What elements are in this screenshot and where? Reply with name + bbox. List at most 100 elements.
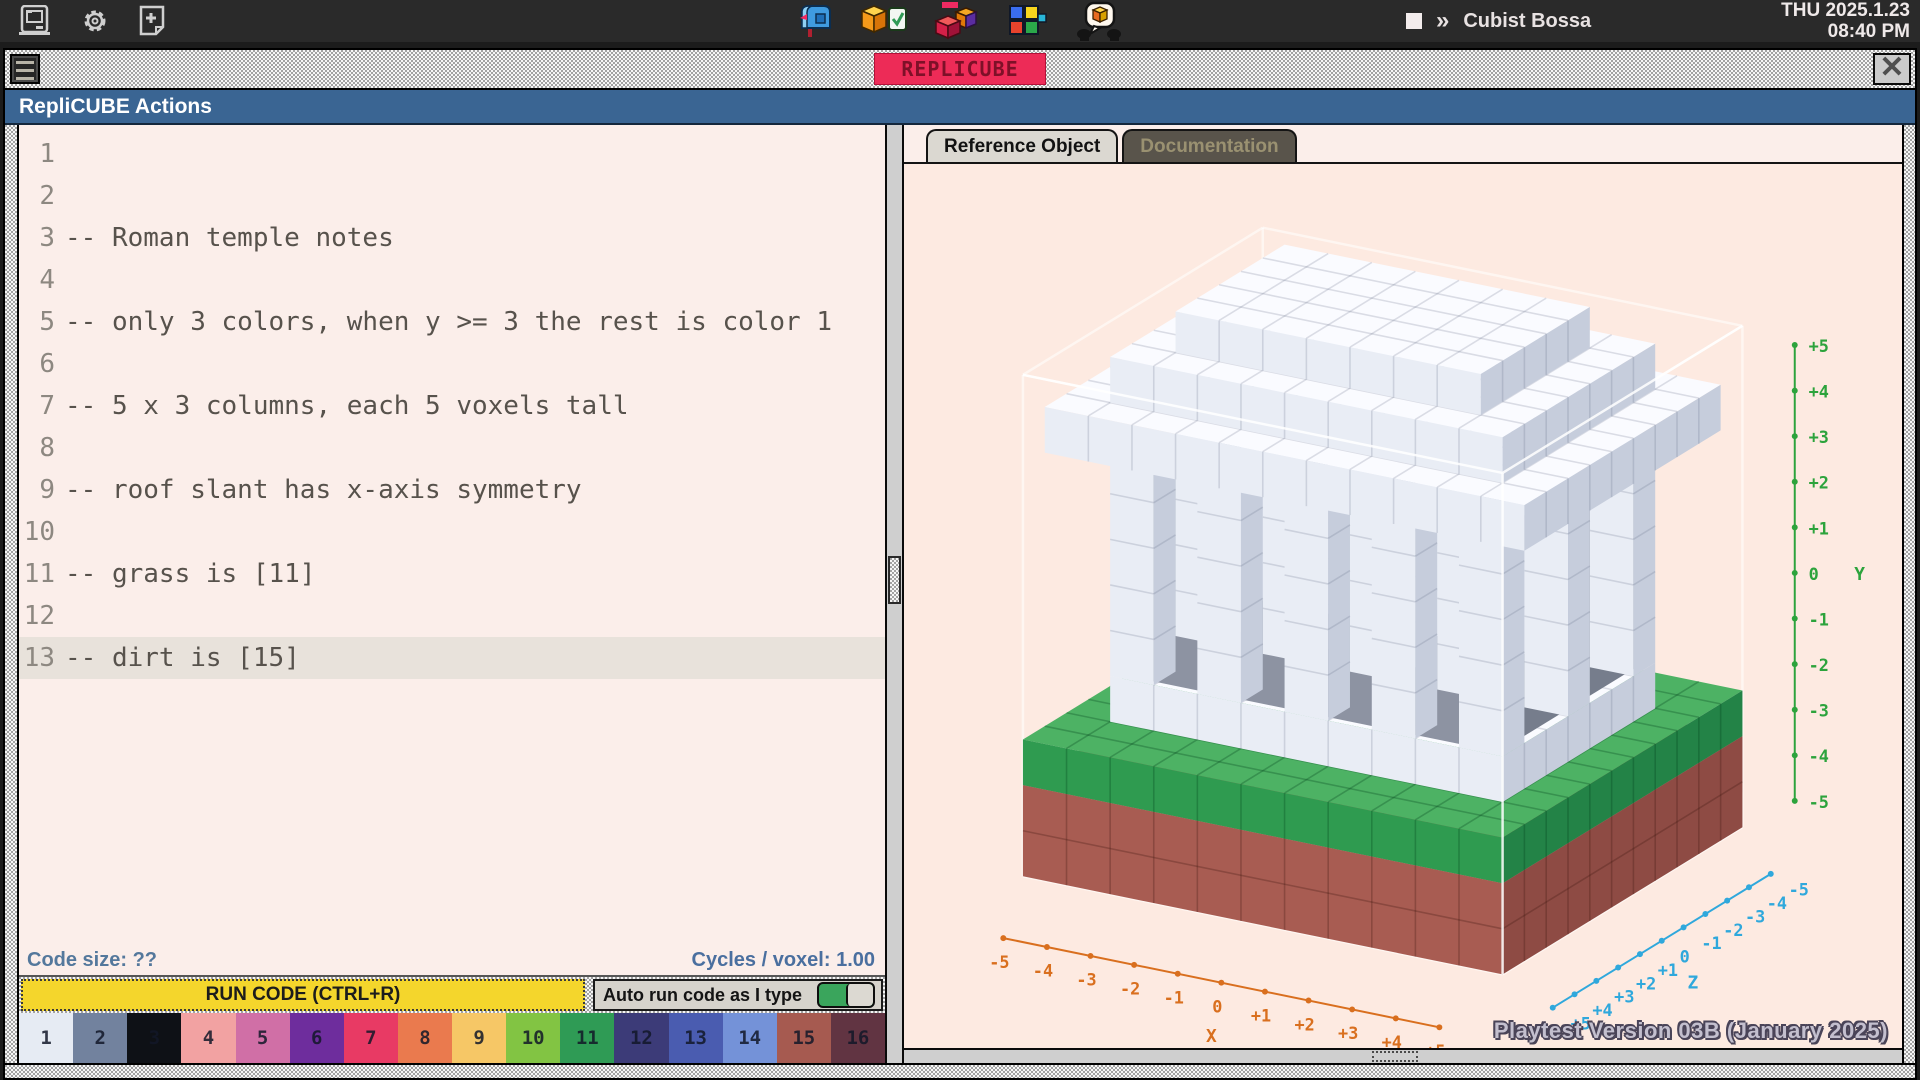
window-bottom-border: [5, 1063, 1915, 1078]
viewer-hscrollbar[interactable]: [904, 1048, 1902, 1063]
replicube-window: REPLICUBE ✕ RepliCUBE Actions 123-- Roma…: [3, 48, 1917, 1080]
palette-swatch-14[interactable]: 14: [723, 1013, 777, 1063]
tab-reference-object[interactable]: Reference Object: [926, 129, 1118, 162]
code-line-10[interactable]: 10: [19, 511, 885, 553]
palette-swatch-3[interactable]: 3: [127, 1013, 181, 1063]
svg-text:+3: +3: [1614, 987, 1634, 1007]
svg-text:0: 0: [1680, 947, 1690, 967]
svg-text:-3: -3: [1745, 906, 1765, 926]
topbar-left-icons: [10, 5, 166, 37]
auto-run-toggle[interactable]: [817, 982, 875, 1008]
svg-text:-1: -1: [1809, 609, 1829, 629]
color-palette: 12345678910111213141516: [19, 1013, 885, 1063]
svg-text:-2: -2: [1809, 655, 1829, 675]
window-left-border: [5, 125, 19, 1063]
code-line-1[interactable]: 1: [19, 133, 885, 175]
cube-check-icon[interactable]: [860, 2, 908, 40]
code-line-12[interactable]: 12: [19, 595, 885, 637]
code-line-6[interactable]: 6: [19, 343, 885, 385]
svg-text:-4: -4: [1767, 893, 1787, 913]
palette-swatch-12[interactable]: 12: [614, 1013, 668, 1063]
palette-swatch-1[interactable]: 1: [19, 1013, 73, 1063]
palette-swatch-16[interactable]: 16: [831, 1013, 885, 1063]
line-code: -- 5 x 3 columns, each 5 voxels tall: [65, 385, 629, 427]
reference-panel: Reference ObjectDocumentation -5-4-3-2-1…: [904, 125, 1902, 1063]
code-line-9[interactable]: 9-- roof slant has x-axis symmetry: [19, 469, 885, 511]
new-file-icon[interactable]: [138, 5, 166, 37]
svg-text:0: 0: [1212, 996, 1222, 1016]
palette-swatch-6[interactable]: 6: [290, 1013, 344, 1063]
tab-documentation[interactable]: Documentation: [1122, 129, 1296, 162]
auto-run-panel: Auto run code as I type: [593, 979, 883, 1011]
svg-text:+2: +2: [1294, 1014, 1314, 1034]
svg-text:+2: +2: [1636, 973, 1656, 993]
svg-text:+5: +5: [1809, 336, 1829, 356]
run-code-button[interactable]: RUN CODE (CTRL+R): [21, 979, 585, 1011]
code-line-8[interactable]: 8: [19, 427, 885, 469]
palette-swatch-10[interactable]: 10: [506, 1013, 560, 1063]
stop-icon[interactable]: [1406, 13, 1422, 29]
svg-text:0: 0: [1809, 564, 1819, 584]
window-header-title: RepliCUBE Actions: [19, 95, 212, 119]
reference-tabs: Reference ObjectDocumentation: [904, 125, 1902, 162]
code-size-label: Code size: ??: [27, 949, 157, 972]
close-button[interactable]: ✕: [1873, 53, 1911, 85]
svg-text:+2: +2: [1809, 473, 1829, 493]
clock-time: 08:40 PM: [1781, 21, 1910, 42]
code-editor[interactable]: 123-- Roman temple notes45-- only 3 colo…: [19, 125, 885, 945]
window-title-bar[interactable]: REPLICUBE ✕: [5, 50, 1915, 90]
window-header: RepliCUBE Actions: [5, 90, 1915, 125]
line-number: 11: [19, 553, 55, 595]
line-number: 7: [19, 385, 55, 427]
code-line-7[interactable]: 7-- 5 x 3 columns, each 5 voxels tall: [19, 385, 885, 427]
editor-scrollbar[interactable]: [885, 125, 904, 1063]
svg-text:Z: Z: [1688, 972, 1699, 993]
version-label: Playtest Version 03B (January 2025): [1494, 1018, 1888, 1044]
editor-scrollbar-thumb[interactable]: [888, 556, 901, 604]
code-line-11[interactable]: 11-- grass is [11]: [19, 553, 885, 595]
gear-icon[interactable]: [78, 5, 112, 37]
mascot-cube-icon[interactable]: [1074, 1, 1126, 41]
computer-icon[interactable]: [18, 5, 52, 37]
line-code: -- only 3 colors, when y >= 3 the rest i…: [65, 301, 832, 343]
viewer-hscrollbar-thumb[interactable]: [1372, 1051, 1418, 1062]
line-number: 2: [19, 175, 55, 217]
os-top-bar: » Cubist Bossa THU 2025.1.23 08:40 PM: [0, 0, 1920, 42]
palette-swatch-8[interactable]: 8: [398, 1013, 452, 1063]
window-right-border: [1902, 125, 1915, 1063]
window-menu-icon[interactable]: [10, 54, 40, 84]
palette-swatch-2[interactable]: 2: [73, 1013, 127, 1063]
cycles-label: Cycles / voxel: 1.00: [692, 949, 875, 972]
toggle-knob: [846, 984, 873, 1006]
svg-text:-1: -1: [1701, 933, 1721, 953]
svg-text:-3: -3: [1809, 701, 1829, 721]
code-line-4[interactable]: 4: [19, 259, 885, 301]
clock-date: THU 2025.1.23: [1781, 0, 1910, 21]
code-line-3[interactable]: 3-- Roman temple notes: [19, 217, 885, 259]
clock: THU 2025.1.23 08:40 PM: [1781, 0, 1910, 42]
cubes-stack-icon[interactable]: [934, 2, 980, 40]
code-line-5[interactable]: 5-- only 3 colors, when y >= 3 the rest …: [19, 301, 885, 343]
skip-track-icon[interactable]: »: [1436, 7, 1449, 35]
voxel-viewer[interactable]: -5-4-3-2-10X+1+2+3+4+5-5-4-3-2-10Z+1+2+3…: [904, 162, 1902, 1048]
palette-swatch-7[interactable]: 7: [344, 1013, 398, 1063]
svg-text:+3: +3: [1809, 427, 1829, 447]
svg-text:-5: -5: [1809, 792, 1829, 812]
code-line-13[interactable]: 13-- dirt is [15]: [19, 637, 885, 679]
palette-swatch-15[interactable]: 15: [777, 1013, 831, 1063]
editor-status-bar: Code size: ?? Cycles / voxel: 1.00: [19, 945, 885, 975]
line-number: 4: [19, 259, 55, 301]
palette-swatch-11[interactable]: 11: [560, 1013, 614, 1063]
line-code: -- Roman temple notes: [65, 217, 394, 259]
svg-text:+3: +3: [1338, 1023, 1358, 1043]
window-title-badge: REPLICUBE: [874, 53, 1045, 85]
palette-swatch-13[interactable]: 13: [669, 1013, 723, 1063]
palette-swatch-9[interactable]: 9: [452, 1013, 506, 1063]
code-line-2[interactable]: 2: [19, 175, 885, 217]
svg-text:-5: -5: [989, 952, 1009, 972]
palette-swatch-5[interactable]: 5: [236, 1013, 290, 1063]
mailbox-icon[interactable]: [794, 2, 834, 40]
palette-swatch-4[interactable]: 4: [181, 1013, 235, 1063]
color-grid-icon[interactable]: [1006, 2, 1048, 40]
svg-text:+5: +5: [1425, 1041, 1445, 1048]
